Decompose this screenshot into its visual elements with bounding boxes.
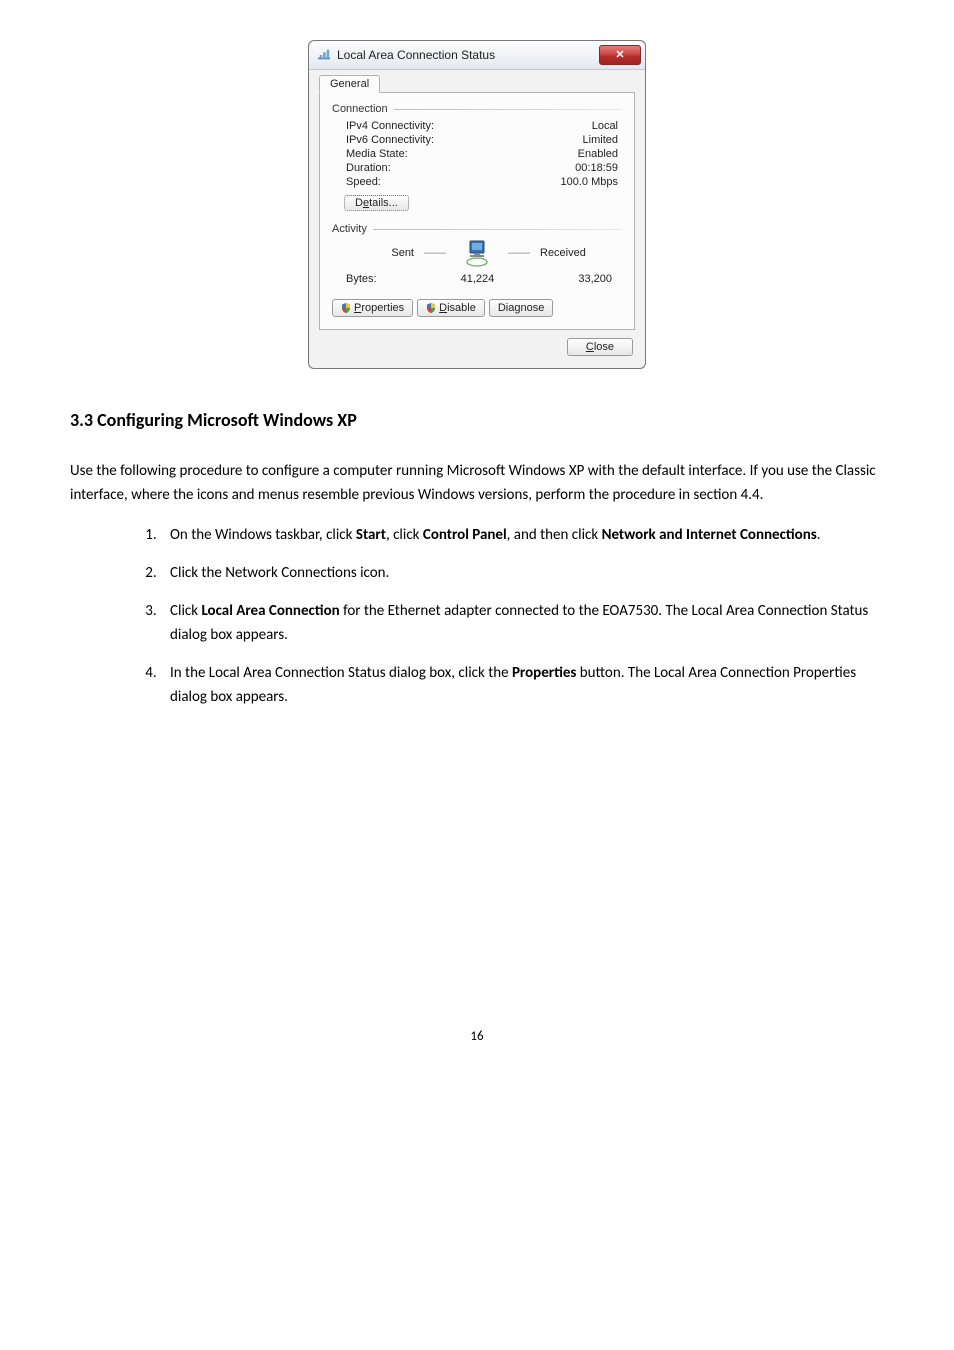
- group-connection-label: Connection: [332, 103, 388, 115]
- network-icon: [317, 48, 331, 62]
- list-item: On the Windows taskbar, click Start, cli…: [160, 523, 884, 547]
- activity-dash: ——: [424, 247, 446, 259]
- intro-paragraph: Use the following procedure to configure…: [70, 459, 884, 507]
- speed-label: Speed:: [346, 176, 381, 188]
- shield-icon: [426, 303, 436, 313]
- speed-value: 100.0 Mbps: [561, 176, 618, 188]
- dialog-title: Local Area Connection Status: [337, 48, 599, 62]
- bytes-sent-value: 41,224: [414, 273, 494, 285]
- connection-status-dialog: Local Area Connection Status ✕ General C…: [308, 40, 646, 369]
- duration-label: Duration:: [346, 162, 391, 174]
- dialog-titlebar: Local Area Connection Status ✕: [309, 41, 645, 70]
- ipv4-label: IPv4 Connectivity:: [346, 120, 434, 132]
- group-activity-label: Activity: [332, 223, 367, 235]
- document-body: 3.3 Configuring Microsoft Windows XP Use…: [70, 409, 884, 709]
- duration-value: 00:18:59: [575, 162, 618, 174]
- list-item: Click Local Area Connection for the Ethe…: [160, 599, 884, 647]
- tab-general[interactable]: General: [319, 75, 380, 93]
- bytes-label: Bytes:: [346, 273, 377, 285]
- media-state-value: Enabled: [578, 148, 618, 160]
- ipv6-label: IPv6 Connectivity:: [346, 134, 434, 146]
- close-icon: ✕: [615, 50, 624, 61]
- dialog-body: General Connection IPv4 Connectivity: Loc…: [309, 70, 645, 368]
- page-number: 16: [70, 1029, 884, 1044]
- ipv6-value: Limited: [583, 134, 618, 146]
- section-heading: 3.3 Configuring Microsoft Windows XP: [70, 409, 884, 431]
- dialog-footer: Close: [319, 330, 635, 358]
- received-label: Received: [540, 247, 612, 259]
- action-button-row: Properties Disable Diagnose: [332, 299, 622, 317]
- divider: [373, 229, 622, 230]
- ipv4-value: Local: [592, 120, 618, 132]
- group-activity: Activity Sent ——: [332, 223, 622, 285]
- tab-strip: General: [319, 75, 635, 93]
- properties-button[interactable]: Properties: [332, 299, 413, 317]
- procedure-list: On the Windows taskbar, click Start, cli…: [70, 523, 884, 709]
- media-state-label: Media State:: [346, 148, 408, 160]
- close-button[interactable]: ✕: [599, 45, 641, 65]
- diagnose-button[interactable]: Diagnose: [489, 299, 554, 317]
- list-item: In the Local Area Connection Status dial…: [160, 661, 884, 709]
- activity-icon: [456, 239, 498, 267]
- details-button[interactable]: Details...: [344, 195, 409, 211]
- sent-label: Sent: [342, 247, 414, 259]
- disable-button[interactable]: Disable: [417, 299, 485, 317]
- list-item: Click the Network Connections icon.: [160, 561, 884, 585]
- tab-panel-general: Connection IPv4 Connectivity: Local IPv6 …: [319, 92, 635, 330]
- activity-dash: ——: [508, 247, 530, 259]
- group-connection: Connection IPv4 Connectivity: Local IPv6 …: [332, 103, 622, 217]
- bytes-received-value: 33,200: [532, 273, 612, 285]
- divider: [394, 109, 622, 110]
- shield-icon: [341, 303, 351, 313]
- close-dialog-button[interactable]: Close: [567, 338, 633, 356]
